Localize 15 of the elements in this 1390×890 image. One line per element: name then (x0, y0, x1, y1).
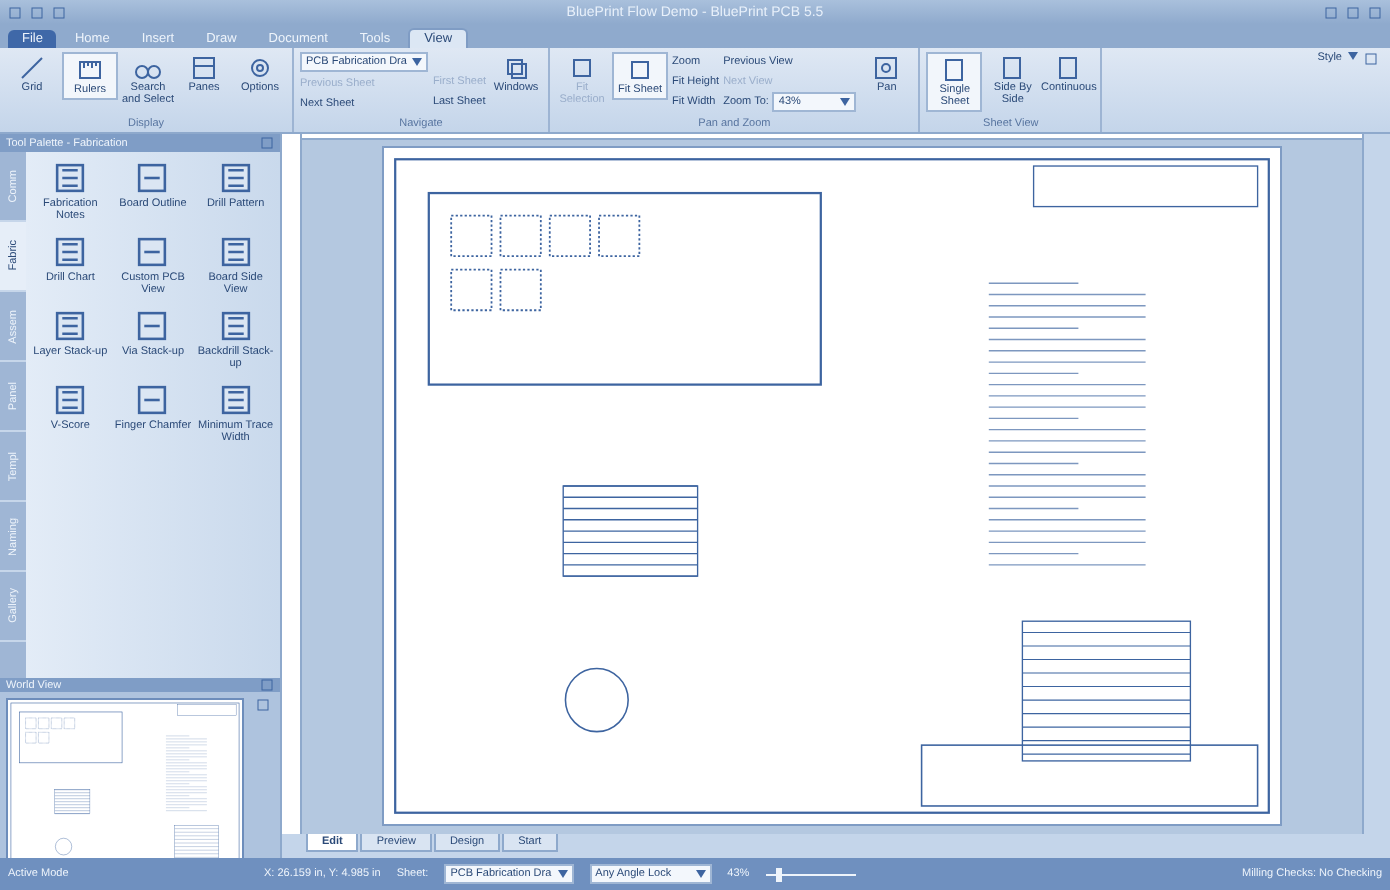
caret-icon (557, 870, 568, 878)
caret-icon (695, 870, 706, 878)
caret-icon (840, 97, 851, 105)
panes-icon (190, 54, 218, 82)
diagonal-line-icon (18, 54, 46, 82)
ruler-icon (76, 56, 104, 84)
caret-icon (412, 58, 423, 66)
page-icon (998, 54, 1027, 82)
caret-icon (1348, 52, 1358, 60)
page-icon (940, 56, 969, 84)
slider-thumb[interactable] (776, 867, 783, 881)
windows-icon (502, 54, 531, 82)
page-icon (1054, 54, 1083, 82)
pan-icon (872, 54, 901, 82)
gear-icon (246, 54, 274, 82)
